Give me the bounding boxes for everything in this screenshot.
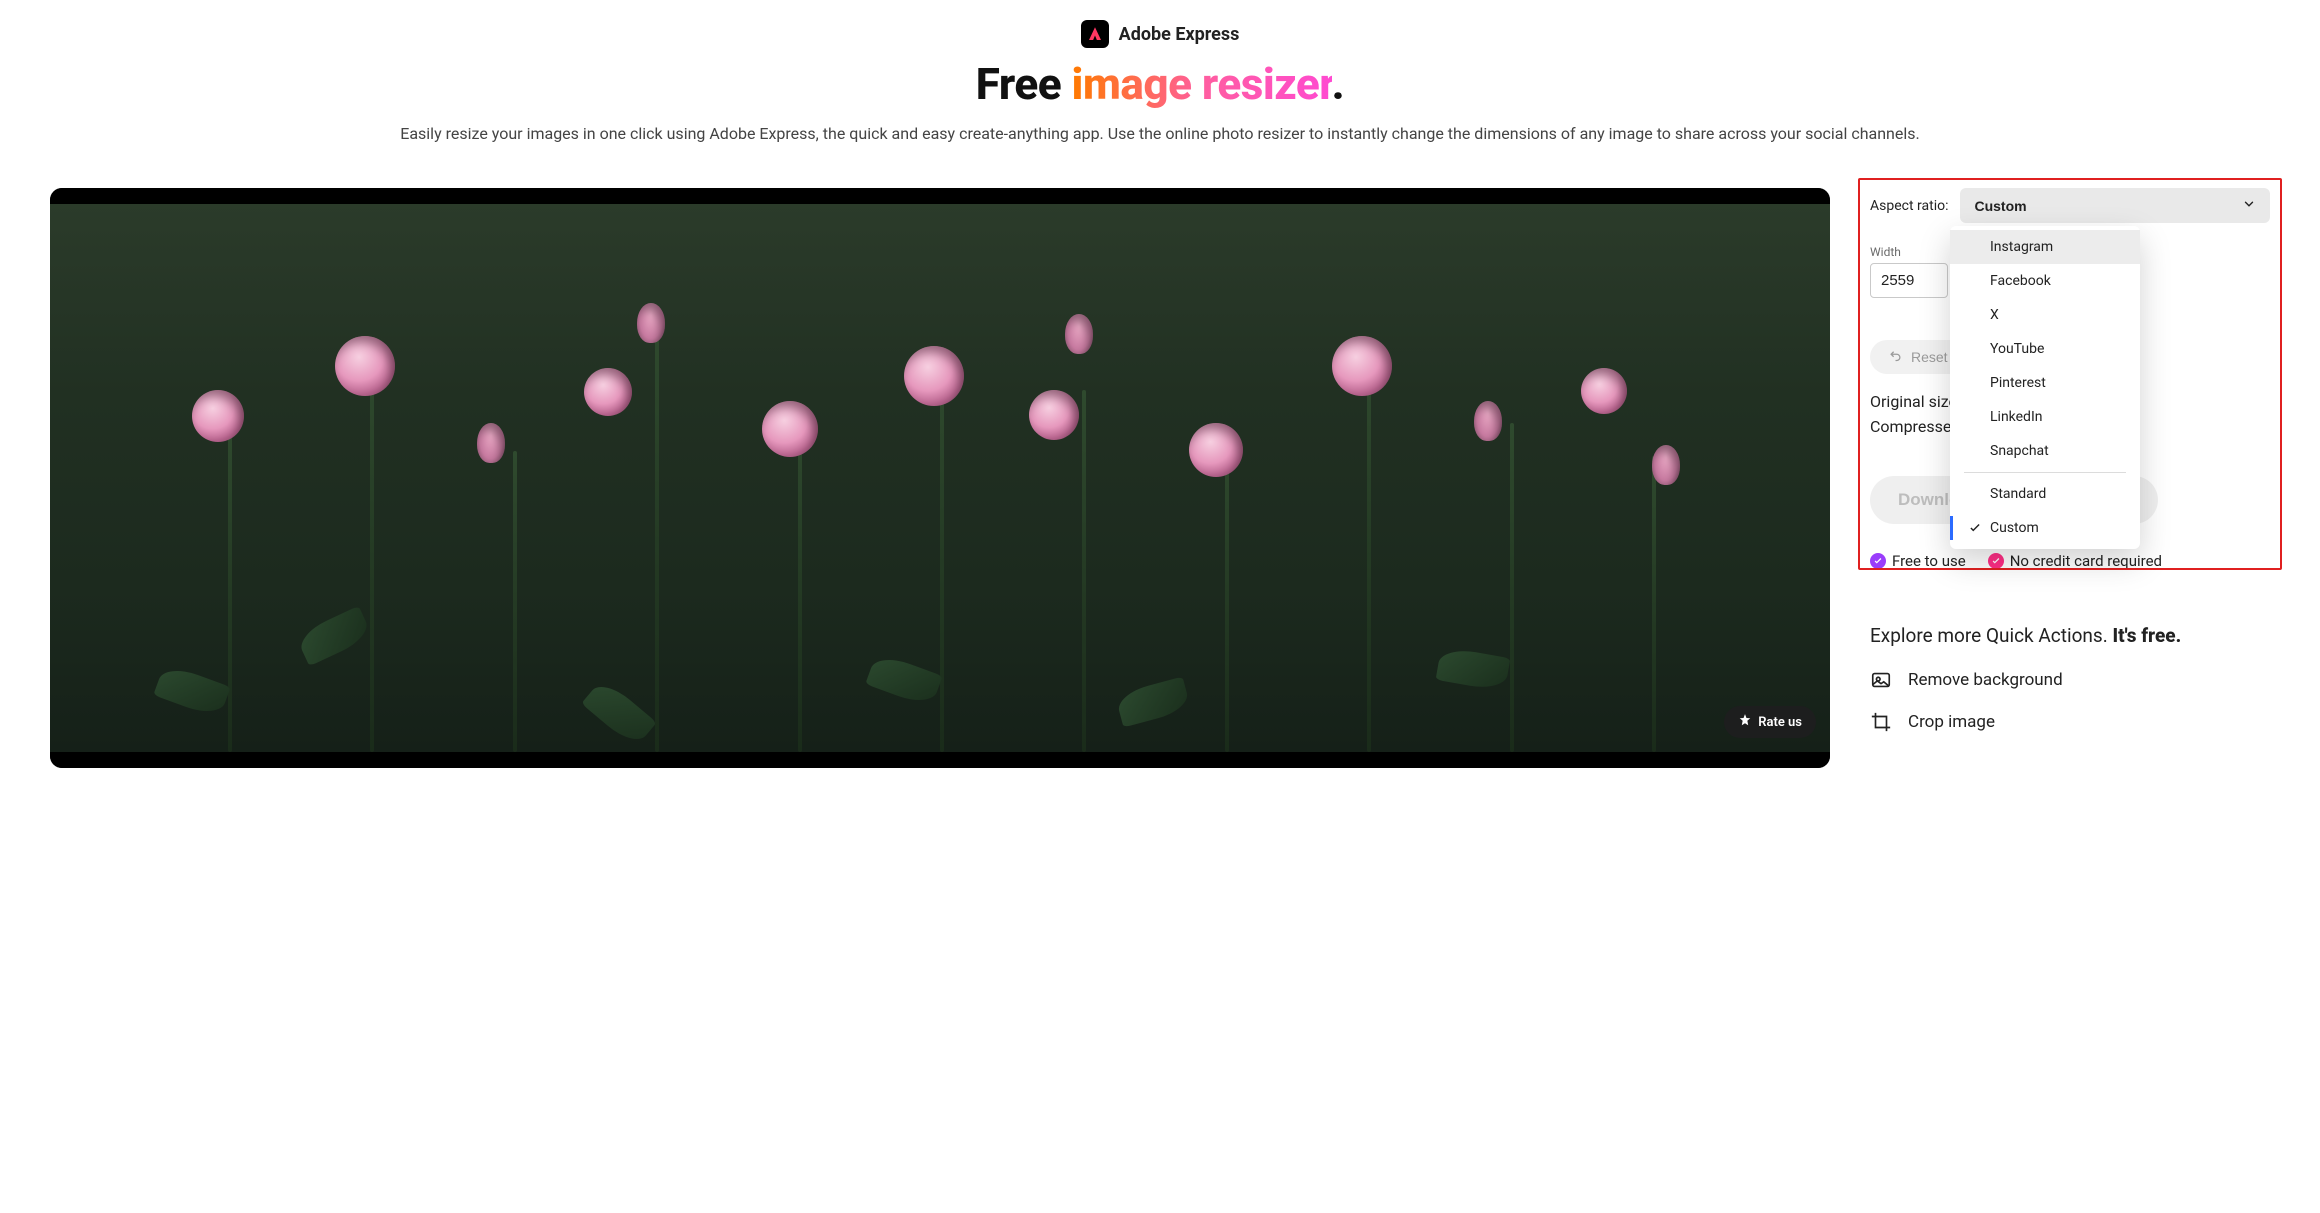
aspect-ratio-dropdown[interactable]: Custom	[1960, 188, 2270, 223]
option-x[interactable]: X	[1950, 298, 2140, 332]
option-pinterest[interactable]: Pinterest	[1950, 366, 2140, 400]
option-standard[interactable]: Standard	[1950, 477, 2140, 511]
check-circle-icon	[1870, 553, 1886, 569]
check-icon	[1968, 521, 1982, 535]
rate-us-button[interactable]: Rate us	[1724, 706, 1816, 738]
option-linkedin[interactable]: LinkedIn	[1950, 400, 2140, 434]
qa-remove-background[interactable]: Remove background	[1870, 669, 2270, 691]
option-snapchat[interactable]: Snapchat	[1950, 434, 2140, 468]
aspect-ratio-label: Aspect ratio:	[1870, 198, 1948, 214]
star-icon	[1738, 713, 1752, 731]
image-remove-bg-icon	[1870, 669, 1892, 691]
aspect-ratio-menu: Instagram Facebook X YouTube Pinterest L…	[1950, 226, 2140, 549]
badge-nocard: No credit card required	[1988, 552, 2162, 570]
badge-free: Free to use	[1870, 552, 1966, 570]
option-youtube[interactable]: YouTube	[1950, 332, 2140, 366]
brand: Adobe Express	[1081, 20, 1240, 48]
resize-panel: Aspect ratio: Custom Instagram Facebook …	[1870, 188, 2270, 733]
chevron-down-icon	[2242, 197, 2256, 214]
option-instagram[interactable]: Instagram	[1950, 230, 2140, 264]
brand-name: Adobe Express	[1119, 24, 1240, 45]
preview-canvas[interactable]: Rate us	[50, 204, 1830, 752]
page-subtitle: Easily resize your images in one click u…	[360, 124, 1960, 143]
option-facebook[interactable]: Facebook	[1950, 264, 2140, 298]
adobe-express-logo-icon	[1081, 20, 1109, 48]
width-input[interactable]	[1870, 263, 1948, 298]
crop-icon	[1870, 711, 1892, 733]
undo-icon	[1888, 348, 1903, 366]
explore-heading: Explore more Quick Actions. It's free.	[1870, 624, 2270, 647]
image-preview: Rate us	[50, 188, 1830, 768]
qa-crop-image[interactable]: Crop image	[1870, 711, 2270, 733]
check-circle-icon	[1988, 553, 2004, 569]
option-custom[interactable]: Custom	[1950, 511, 2140, 545]
page-title: Free image resizer.	[50, 58, 2270, 110]
